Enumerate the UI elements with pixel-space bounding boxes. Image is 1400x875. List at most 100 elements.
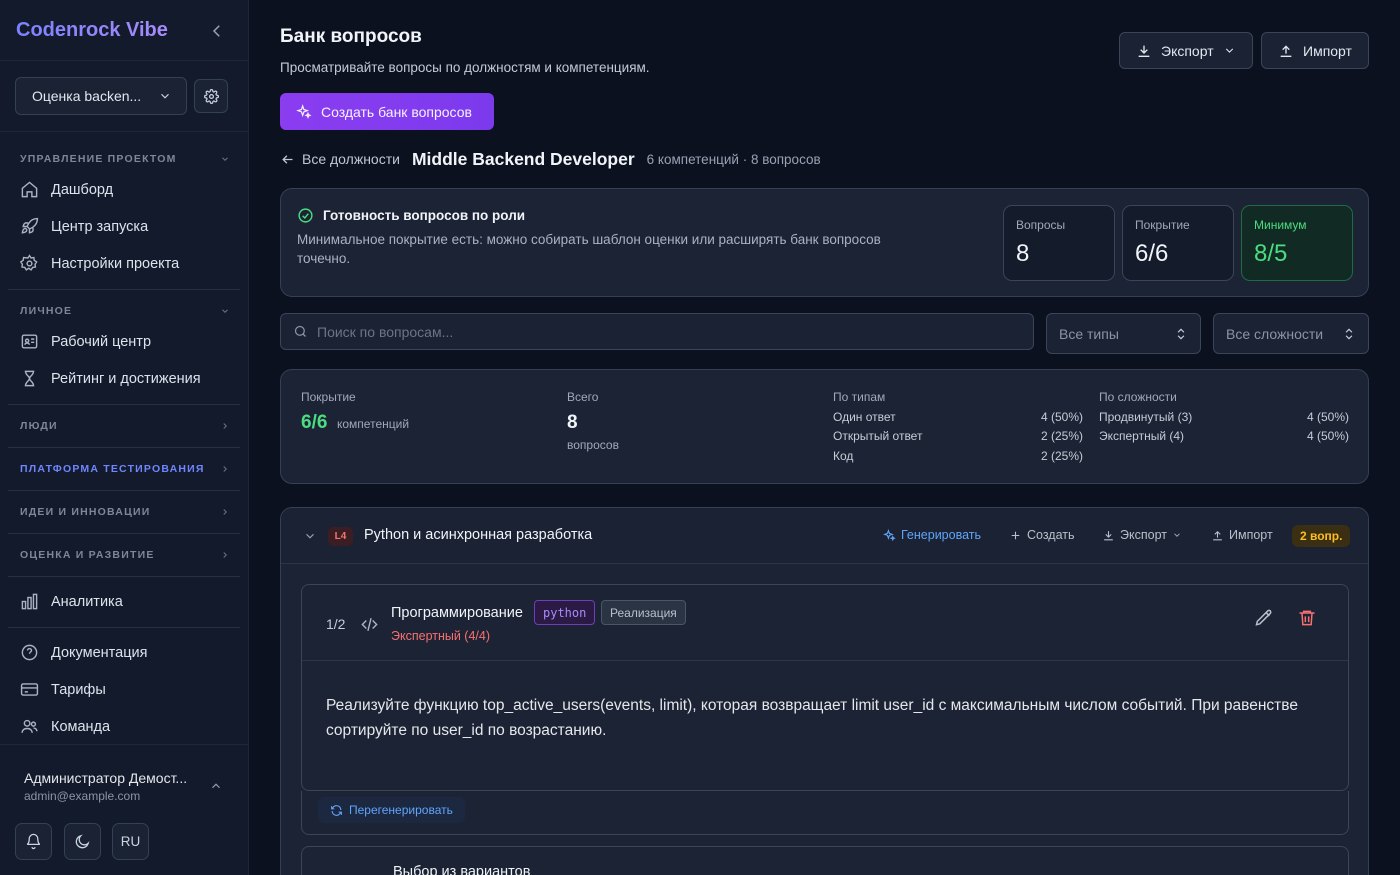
- moon-icon: [75, 834, 90, 849]
- difficulty-name: Продвинутый (3): [1099, 410, 1193, 424]
- sidebar-item-launch[interactable]: Центр запуска: [20, 217, 148, 236]
- page-subtitle: Просматривайте вопросы по должностям и к…: [280, 60, 650, 75]
- create-question-button[interactable]: Создать: [1009, 528, 1075, 542]
- sidebar-item-docs[interactable]: Документация: [20, 643, 147, 662]
- language-button[interactable]: RU: [112, 823, 149, 860]
- readiness-title: Готовность вопросов по роли: [297, 207, 525, 224]
- sparkles-icon: [296, 103, 312, 119]
- sidebar-item-analytics[interactable]: Аналитика: [20, 592, 123, 611]
- competency-export-button[interactable]: Экспорт: [1102, 528, 1182, 542]
- generate-button[interactable]: Генерировать: [883, 528, 981, 542]
- section-label: ОЦЕНКА И РАЗВИТИЕ: [20, 549, 155, 561]
- sidebar-item-workspace[interactable]: Рабочий центр: [20, 332, 151, 351]
- export-button[interactable]: Экспорт: [1119, 32, 1253, 69]
- chevron-down-icon: [161, 93, 169, 99]
- sidebar-item-label: Настройки проекта: [51, 255, 180, 272]
- language-tag: python: [534, 600, 596, 625]
- sidebar-item-dashboard[interactable]: Дашборд: [20, 180, 113, 199]
- import-button[interactable]: Импорт: [1261, 32, 1369, 69]
- section-personal[interactable]: ЛИЧНОЕ: [20, 305, 230, 317]
- difficulty-name: Экспертный (4): [1099, 429, 1185, 443]
- competency-import-button[interactable]: Импорт: [1211, 528, 1273, 542]
- type-value: 2 (25%): [1040, 449, 1083, 463]
- chevron-down-icon[interactable]: [303, 529, 317, 543]
- stat-value: 6/6: [1135, 240, 1169, 267]
- difficulty-select[interactable]: Все сложности: [1213, 313, 1369, 354]
- brand-logo[interactable]: Codenrock Vibe: [16, 19, 168, 42]
- difficulty-row: Продвинутый (3) 4 (50%): [1099, 410, 1349, 424]
- create-label: Создать: [1027, 528, 1075, 542]
- chevron-down-icon: [1225, 48, 1233, 53]
- readiness-card: Готовность вопросов по роли Минимальное …: [280, 188, 1369, 297]
- total-unit: вопросов: [567, 438, 619, 452]
- back-to-roles-link[interactable]: Все должности: [280, 151, 400, 167]
- chevron-down-icon: [222, 157, 228, 161]
- coverage-unit: компетенций: [337, 417, 410, 431]
- collapse-sidebar-icon[interactable]: [208, 22, 226, 40]
- hourglass-icon: [24, 370, 35, 387]
- divider: [8, 490, 240, 491]
- type-value: 2 (25%): [1040, 429, 1083, 443]
- project-settings-button[interactable]: [194, 79, 228, 113]
- search-icon: [294, 325, 306, 337]
- notifications-button[interactable]: [15, 823, 52, 860]
- main-content: Банк вопросов Просматривайте вопросы по …: [250, 0, 1400, 875]
- chevron-updown-icon: [1177, 328, 1185, 339]
- section-project-management[interactable]: УПРАВЛЕНИЕ ПРОЕКТОМ: [20, 153, 230, 165]
- type-row: Один ответ 4 (50%): [833, 410, 1083, 424]
- stat-value: 8: [1016, 240, 1030, 267]
- section-testing-platform[interactable]: ПЛАТФОРМА ТЕСТИРОВАНИЯ: [20, 463, 230, 475]
- search-input[interactable]: Поиск по вопросам...: [280, 313, 1034, 350]
- difficulty-row: Экспертный (4) 4 (50%): [1099, 429, 1349, 443]
- import-label: Импорт: [1229, 528, 1273, 542]
- chevron-up-icon[interactable]: [209, 779, 223, 793]
- total-label: Всего: [567, 390, 599, 404]
- user-email: admin@example.com: [24, 789, 141, 803]
- section-ideas[interactable]: ИДЕИ И ИННОВАЦИИ: [20, 506, 230, 518]
- question-type: Выбор из вариантов: [393, 864, 531, 875]
- sidebar-item-pricing[interactable]: Тарифы: [20, 680, 106, 699]
- user-name[interactable]: Администратор Демост...: [24, 770, 187, 786]
- gear-icon: [20, 254, 38, 271]
- regenerate-button[interactable]: Перегенерировать: [318, 797, 465, 823]
- type-name: Один ответ: [833, 410, 896, 424]
- question-card: Выбор из вариантов: [301, 846, 1349, 875]
- by-difficulty-label: По сложности: [1099, 390, 1177, 404]
- create-bank-label: Создать банк вопросов: [321, 103, 472, 120]
- page-title: Банк вопросов: [280, 26, 422, 47]
- sidebar-item-label: Рейтинг и достижения: [51, 370, 201, 387]
- theme-toggle-button[interactable]: [64, 823, 101, 860]
- sidebar-item-team[interactable]: Команда: [20, 717, 110, 736]
- divider: [8, 627, 240, 628]
- chevron-down-icon: [1174, 533, 1180, 537]
- project-select[interactable]: Оценка backen...: [15, 77, 187, 115]
- section-people[interactable]: ЛЮДИ: [20, 420, 230, 432]
- coverage-label: Покрытие: [301, 390, 356, 404]
- sidebar-item-rating[interactable]: Рейтинг и достижения: [20, 369, 201, 388]
- create-bank-button[interactable]: Создать банк вопросов: [280, 93, 494, 130]
- type-name: Открытый ответ: [833, 429, 923, 443]
- competency-header[interactable]: L4 Python и асинхронная разработка Генер…: [281, 508, 1368, 564]
- difficulty-value: 4 (50%): [1306, 410, 1349, 424]
- type-row: Код 2 (25%): [833, 449, 1083, 463]
- help-circle-icon: [21, 644, 38, 661]
- pencil-icon[interactable]: [1254, 608, 1276, 630]
- trash-icon[interactable]: [1297, 608, 1319, 630]
- sidebar-item-project-settings[interactable]: Настройки проекта: [20, 254, 179, 273]
- download-icon: [1104, 530, 1113, 540]
- sparkles-icon: [883, 528, 896, 541]
- type-select[interactable]: Все типы: [1046, 313, 1201, 354]
- question-header: 1/2 Программирование python Реализация Э…: [302, 585, 1348, 661]
- difficulty-value: 4 (50%): [1306, 429, 1349, 443]
- role-meta: 6 компетенций · 8 вопросов: [646, 151, 821, 167]
- chevron-right-icon: [223, 509, 227, 515]
- divider: [0, 60, 249, 61]
- section-label: ЛЮДИ: [20, 420, 58, 432]
- section-label: ПЛАТФОРМА ТЕСТИРОВАНИЯ: [20, 463, 205, 475]
- search-placeholder: Поиск по вопросам...: [317, 323, 454, 340]
- sidebar-item-label: Центр запуска: [51, 218, 149, 235]
- sidebar-item-label: Аналитика: [51, 593, 123, 610]
- section-evaluation[interactable]: ОЦЕНКА И РАЗВИТИЕ: [20, 549, 230, 561]
- chevron-updown-icon: [1345, 328, 1353, 339]
- sidebar-item-label: Дашборд: [51, 181, 114, 198]
